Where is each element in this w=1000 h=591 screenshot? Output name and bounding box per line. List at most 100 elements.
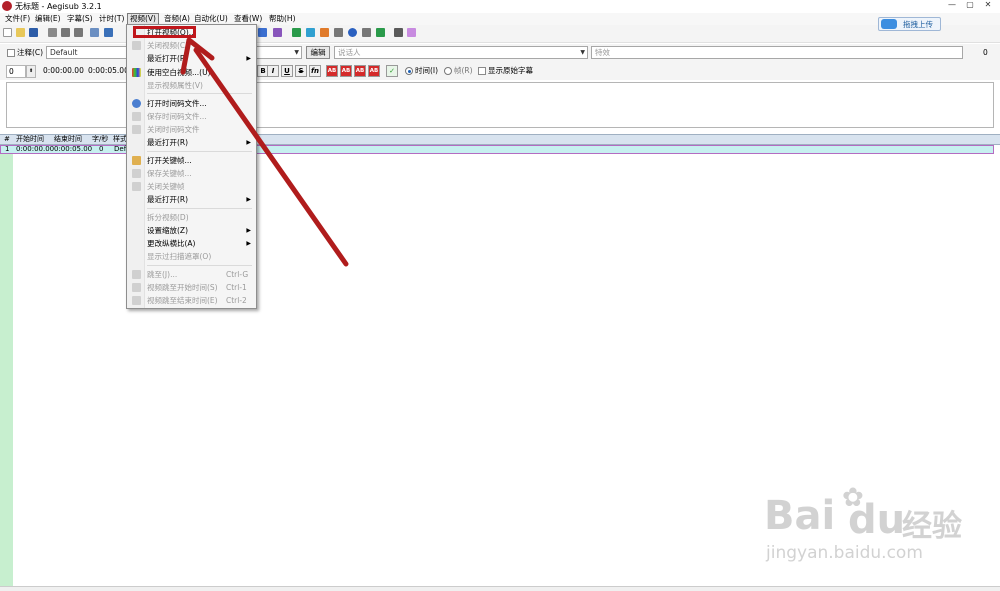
window-title: 无标题 - Aegisub 3.2.1 (15, 2, 102, 11)
dummy-video-icon (132, 68, 141, 77)
menu-separator (147, 208, 252, 209)
watermark-brand: Bai (764, 493, 836, 539)
menu-item-jump-start[interactable]: 视频跳至开始时间(S) Ctrl-1 (127, 281, 256, 294)
menu-item-label: 关闭视频(C) (147, 41, 189, 50)
styles-manager-icon[interactable] (90, 28, 99, 37)
automation-icon[interactable] (273, 28, 282, 37)
video-toolbar-icon[interactable] (292, 28, 301, 37)
row-number: 1 (5, 145, 10, 153)
jump-icon (132, 270, 141, 279)
menu-edit[interactable]: 编辑(E) (33, 13, 63, 25)
upload-button[interactable]: 拖拽上传 (878, 17, 941, 31)
commit-check-icon[interactable]: ✓ (386, 65, 398, 77)
start-time-field[interactable]: 0:00:00.00 (41, 65, 85, 78)
menu-item-recent-video[interactable]: 最近打开(R) ▶ (127, 52, 256, 65)
menu-separator (147, 151, 252, 152)
effect-field[interactable]: 特效 (591, 46, 963, 59)
actor-combo[interactable]: 说话人 ▼ (334, 46, 588, 59)
chevron-down-icon: ▼ (580, 49, 585, 56)
video-menu-dropdown: 打开视频(O)... 关闭视频(C) 最近打开(R) ▶ 使用空白视频...(U… (126, 24, 257, 309)
menu-item-save-timecodes[interactable]: 保存时间码文件... (127, 110, 256, 123)
frame-radio[interactable] (444, 67, 452, 75)
menu-item-save-keyframes[interactable]: 保存关键帧... (127, 167, 256, 180)
jump-icon[interactable] (48, 28, 57, 37)
menu-item-shortcut: Ctrl-2 (226, 296, 247, 305)
save-keyframes-icon (132, 169, 141, 178)
menu-timing[interactable]: 计时(T) (97, 13, 126, 25)
layer-spin-icon[interactable]: ⬍ (26, 65, 36, 78)
save-timecodes-icon (132, 112, 141, 121)
menu-subtitle[interactable]: 字幕(S) (65, 13, 95, 25)
comment-checkbox[interactable] (7, 49, 15, 57)
menu-item-label: 设置缩放(Z) (147, 226, 188, 235)
shadow-color-button[interactable]: AB (368, 65, 380, 77)
menu-item-jump-end[interactable]: 视频跳至结束时间(E) Ctrl-2 (127, 294, 256, 307)
options-icon[interactable] (394, 28, 403, 37)
time-video-icon[interactable] (306, 28, 315, 37)
menu-item-close-video[interactable]: 关闭视频(C) (127, 39, 256, 52)
resample-icon[interactable] (362, 28, 371, 37)
translation-assistant-icon[interactable] (407, 28, 416, 37)
timing-post-processor-icon[interactable] (348, 28, 357, 37)
italic-button[interactable]: I (267, 65, 279, 77)
menu-item-label: 视频跳至结束时间(E) (147, 296, 218, 305)
menu-item-open-timecodes[interactable]: 打开时间码文件... (127, 97, 256, 110)
col-cps: 字/秒 (92, 135, 109, 143)
save-icon[interactable] (29, 28, 38, 37)
secondary-color-button[interactable]: AB (340, 65, 352, 77)
video-details-icon[interactable] (258, 28, 267, 37)
baidu-jingyan-watermark: Bai ✿ du 经验 jingyan.baidu.com (762, 483, 962, 573)
menu-item-set-zoom[interactable]: 设置缩放(Z) ▶ (127, 224, 256, 237)
find-icon[interactable] (61, 28, 70, 37)
margin-value[interactable]: 0 (983, 48, 988, 58)
col-start: 开始时间 (16, 135, 44, 143)
sort-icon[interactable] (334, 28, 343, 37)
menu-item-recent-keyframes[interactable]: 最近打开(R) ▶ (127, 193, 256, 206)
outline-color-button[interactable]: AB (354, 65, 366, 77)
menu-item-aspect-ratio[interactable]: 更改纵横比(A) ▶ (127, 237, 256, 250)
menu-item-open-keyframes[interactable]: 打开关键帧... (127, 154, 256, 167)
comment-label: 注释(C) (17, 48, 44, 57)
menu-item-label: 保存关键帧... (147, 169, 192, 178)
shift-times-icon[interactable] (320, 28, 329, 37)
menu-item-label: 使用空白视频...(U) (147, 68, 211, 77)
menu-item-dummy-video[interactable]: 使用空白视频...(U) (127, 66, 256, 79)
menu-item-label: 打开时间码文件... (147, 99, 207, 108)
layer-field[interactable]: 0 (6, 65, 26, 78)
underline-button[interactable]: U (281, 65, 293, 77)
menu-item-label: 关闭时间码文件 (147, 125, 200, 134)
menu-item-shortcut: Ctrl-1 (226, 283, 247, 292)
menu-item-label: 拆分视频(D) (147, 213, 189, 222)
menu-item-label: 打开关键帧... (147, 156, 192, 165)
strikeout-button[interactable]: S (295, 65, 307, 77)
menu-item-label: 更改纵横比(A) (147, 239, 196, 248)
menu-item-shortcut: Ctrl-G (226, 270, 249, 279)
menu-item-label: 关闭关键帧 (147, 182, 185, 191)
jump-start-icon (132, 283, 141, 292)
replace-icon[interactable] (74, 28, 83, 37)
primary-color-button[interactable]: AB (326, 65, 338, 77)
menu-item-video-details[interactable]: 显示视频属性(V) (127, 79, 256, 92)
menu-item-jump-to[interactable]: 跳至(J)... Ctrl-G (127, 268, 256, 281)
spellcheck-icon[interactable] (376, 28, 385, 37)
font-button[interactable]: fn (309, 65, 321, 77)
new-file-icon[interactable] (3, 28, 12, 37)
menu-item-close-keyframes[interactable]: 关闭关键帧 (127, 180, 256, 193)
menu-help[interactable]: 帮助(H) (267, 13, 298, 25)
open-file-icon[interactable] (16, 28, 25, 37)
time-radio[interactable] (405, 67, 413, 75)
maximize-button[interactable]: ▢ (961, 0, 979, 10)
menu-item-close-timecodes[interactable]: 关闭时间码文件 (127, 123, 256, 136)
menu-file[interactable]: 文件(F) (3, 13, 32, 25)
watermark-url: jingyan.baidu.com (766, 543, 923, 563)
show-original-checkbox[interactable] (478, 67, 486, 75)
menu-item-overscan-mask[interactable]: 显示过扫描遮罩(O) (127, 250, 256, 263)
close-timecodes-icon (132, 125, 141, 134)
attachments-icon[interactable] (104, 28, 113, 37)
menu-item-recent-timecodes[interactable]: 最近打开(R) ▶ (127, 136, 256, 149)
close-button[interactable]: ✕ (979, 0, 997, 10)
edit-style-button[interactable]: 编辑 (306, 46, 330, 59)
menu-item-detach-video[interactable]: 拆分视频(D) (127, 211, 256, 224)
minimize-button[interactable]: — (943, 0, 961, 10)
end-time-field[interactable]: 0:00:05.00 (86, 65, 129, 78)
